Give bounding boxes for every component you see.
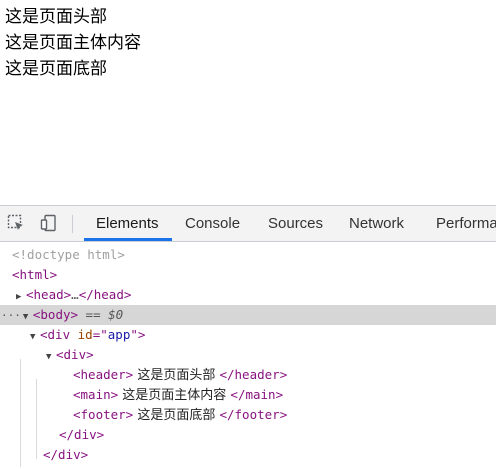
dom-node-div-app[interactable]: ▼ <div id="app"> [0, 325, 496, 345]
tab-sources[interactable]: Sources [268, 206, 323, 241]
dom-tree: <!doctype html> <html> ▶ <head>…</head> ·… [0, 243, 496, 469]
tab-network[interactable]: Network [349, 206, 404, 241]
dom-node-div-app-close[interactable]: </div> [0, 445, 496, 465]
toolbar-separator [72, 215, 73, 233]
header-text-node: 这是页面头部 [133, 368, 220, 383]
body-tag: <body> [32, 307, 79, 322]
devtools-panel: Elements Console Sources Network Perform… [0, 205, 496, 469]
footer-open-tag: <footer> [73, 407, 134, 422]
dom-node-head[interactable]: ▶ <head>…</head> [0, 285, 496, 305]
inspect-element-icon[interactable] [7, 214, 25, 232]
page-main-text: 这是页面主体内容 [5, 33, 141, 53]
tab-console[interactable]: Console [185, 206, 240, 241]
collapse-triangle-icon[interactable]: ▼ [46, 347, 56, 367]
header-close-tag: </header> [219, 367, 288, 382]
dom-node-body-selected[interactable]: ··· ▼ <body> == $0 [0, 305, 496, 325]
main-text-node: 这是页面主体内容 [118, 388, 231, 403]
main-close-tag: </main> [230, 387, 284, 402]
active-tab-indicator [84, 238, 172, 241]
footer-close-tag: </footer> [219, 407, 288, 422]
main-open-tag: <main> [73, 387, 119, 402]
collapse-triangle-icon[interactable]: ▼ [30, 327, 40, 347]
attr-value-app: app [107, 327, 131, 342]
device-toolbar-icon[interactable] [40, 214, 58, 232]
div-close-tag: </div> [59, 427, 105, 442]
attr-close: "> [130, 327, 146, 342]
dom-node-doctype[interactable]: <!doctype html> [0, 245, 496, 265]
doctype-text: <!doctype html> [12, 247, 125, 262]
collapse-triangle-icon[interactable]: ▼ [23, 307, 33, 327]
devtools-tabbar: Elements Console Sources Network Perform… [0, 206, 496, 242]
tab-performance[interactable]: Performa [436, 206, 496, 241]
dom-node-header[interactable]: <header> 这是页面头部 </header> [0, 365, 496, 385]
page-footer-text: 这是页面底部 [5, 59, 107, 79]
node-actions-dots[interactable]: ··· [1, 309, 21, 322]
dom-node-div-close[interactable]: </div> [0, 425, 496, 445]
dom-node-html[interactable]: <html> [0, 265, 496, 285]
div-app-close-tag: </div> [43, 447, 89, 462]
attr-eq: =" [92, 327, 108, 342]
div-app-open-tag: <div [40, 327, 71, 342]
dom-node-footer[interactable]: <footer> 这是页面底部 </footer> [0, 405, 496, 425]
head-open-tag: <head> [26, 287, 72, 302]
div-open-tag: <div> [56, 347, 94, 362]
page-header-text: 这是页面头部 [5, 7, 107, 27]
header-open-tag: <header> [73, 367, 134, 382]
expand-triangle-icon[interactable]: ▶ [16, 287, 26, 307]
page-content: 这是页面头部 这是页面主体内容 这是页面底部 [5, 4, 141, 82]
head-ellipsis: … [71, 287, 79, 302]
tab-elements[interactable]: Elements [96, 206, 159, 241]
selected-node-ref: == $0 [78, 307, 124, 322]
dom-node-main[interactable]: <main> 这是页面主体内容 </main> [0, 385, 496, 405]
dom-node-div[interactable]: ▼ <div> [0, 345, 496, 365]
footer-text-node: 这是页面底部 [133, 408, 220, 423]
html-tag: <html> [12, 267, 58, 282]
attr-name-id: id [77, 327, 93, 342]
head-close-tag: </head> [78, 287, 132, 302]
